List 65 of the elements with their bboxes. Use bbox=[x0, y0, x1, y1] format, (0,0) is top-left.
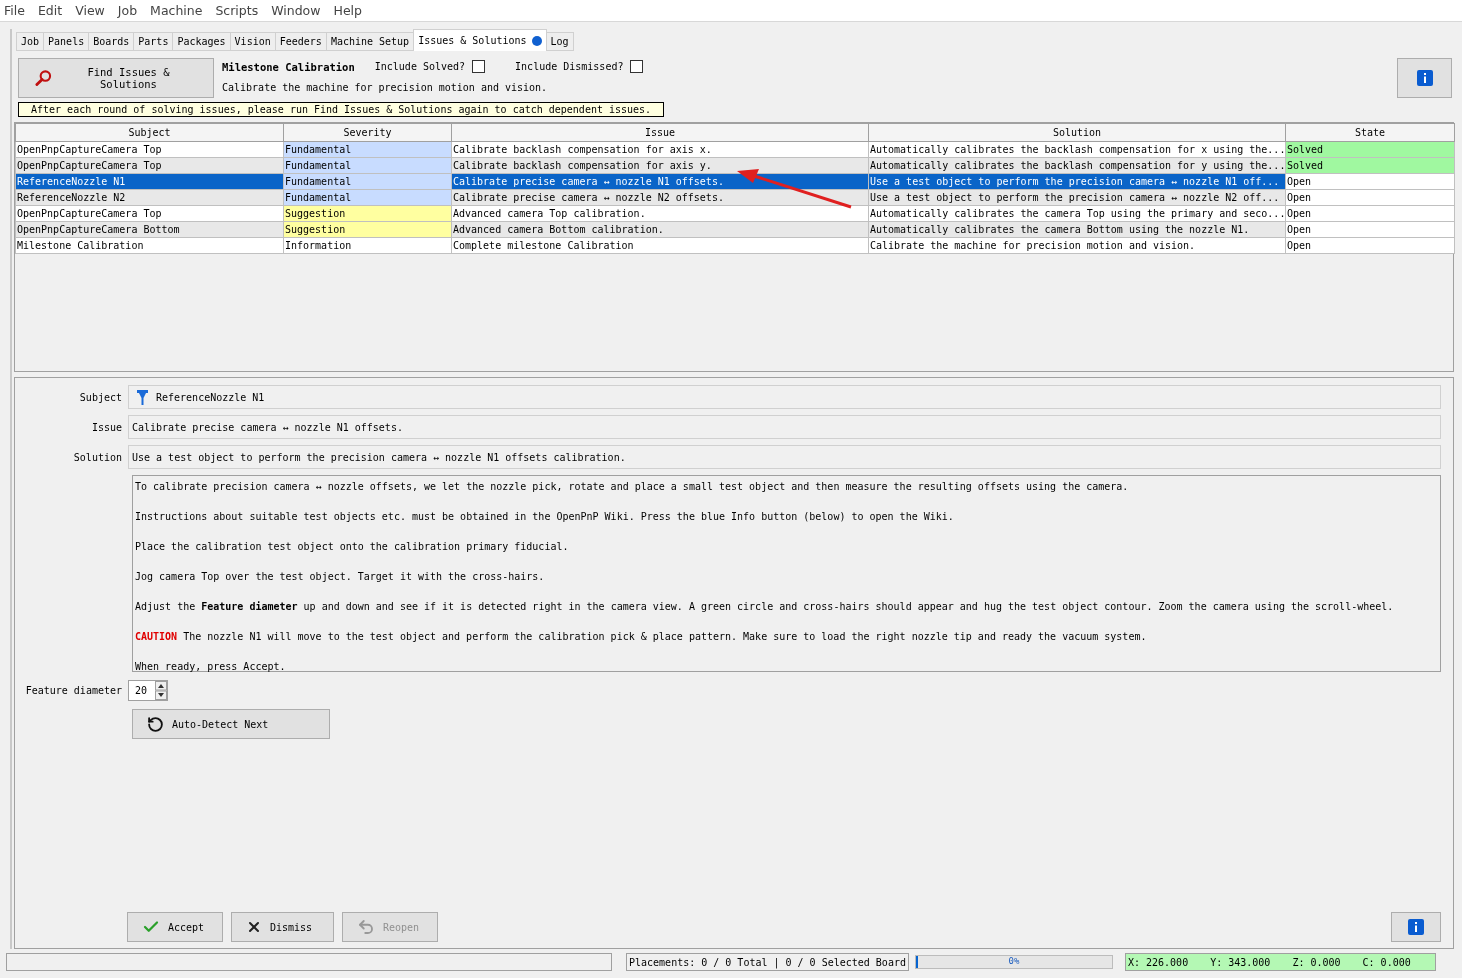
menu-item[interactable]: Edit bbox=[37, 3, 63, 18]
dismiss-button[interactable]: Dismiss bbox=[231, 912, 334, 942]
coordinate-value: Y: 343.000 bbox=[1210, 956, 1271, 968]
solution-field: Use a test object to perform the precision camera ↔ nozzle N1 offsets calibration. bbox=[128, 445, 1441, 469]
close-icon bbox=[246, 919, 262, 935]
coordinate-value: C: 0.000 bbox=[1362, 956, 1411, 968]
checkbox-label: Include Solved? bbox=[374, 61, 466, 72]
field-label: Feature diameter bbox=[24, 685, 123, 696]
milestone-description: Calibrate the machine for precision motion and vision. bbox=[222, 82, 549, 93]
field-label: Subject bbox=[78, 391, 123, 403]
menu-item[interactable]: Help bbox=[333, 3, 362, 18]
tab[interactable]: Job bbox=[16, 32, 45, 51]
tab[interactable]: Feeders bbox=[274, 32, 327, 51]
menu-item[interactable]: Job bbox=[117, 3, 138, 18]
warning-paragraph: CAUTION The nozzle N1 will move to the test object and perform the calibration pick & place pattern. Make sure to load the right nozzle tip and ready the vacuum system. bbox=[135, 630, 1148, 644]
instruction-paragraph: Adjust the Feature diameter up and down and see if it is detected right in the camera view. A green circle and cross-hairs should appear and hug the test object contour. Zoom the camera using the scroll-wheel. bbox=[135, 600, 1395, 614]
placements-status: Placements: 0 / 0 Total | 0 / 0 Selected Board bbox=[626, 953, 909, 971]
tab[interactable]: Parts bbox=[133, 32, 174, 51]
milestone-title: Milestone Calibration bbox=[222, 60, 355, 73]
column-header[interactable]: Subject bbox=[15, 123, 284, 142]
column-header[interactable]: Solution bbox=[868, 123, 1286, 142]
column-header[interactable]: Severity bbox=[283, 123, 452, 142]
progress-label: 0% bbox=[1007, 956, 1021, 966]
instruction-paragraph: To calibrate precision camera ↔ nozzle offsets, we let the nozzle pick, rotate and place a small test object and then measure the resulting offsets using the camera. bbox=[135, 480, 1130, 494]
menu-item[interactable]: Machine bbox=[150, 3, 203, 18]
checkbox[interactable] bbox=[472, 60, 486, 73]
info-icon bbox=[1416, 70, 1433, 86]
menu-item[interactable]: File bbox=[4, 3, 25, 18]
field-label: Solution bbox=[72, 451, 123, 463]
subject-value: ReferenceNozzle N1 bbox=[156, 391, 265, 403]
undo-icon bbox=[357, 918, 375, 936]
nozzle-icon bbox=[137, 389, 148, 405]
feature-diameter-spinner[interactable]: 20 bbox=[128, 680, 168, 701]
column-header[interactable]: Issue bbox=[451, 123, 869, 142]
hint-banner: After each round of solving issues, please run Find Issues & Solutions again to catch dependent issues. bbox=[18, 102, 665, 117]
find-issues-button[interactable]: Find Issues & Solutions bbox=[18, 58, 214, 98]
checkbox[interactable] bbox=[630, 60, 644, 73]
column-header[interactable]: State bbox=[1285, 123, 1455, 142]
menu-item[interactable]: View bbox=[75, 3, 105, 18]
checkbox-label: Include Dismissed? bbox=[515, 61, 624, 72]
info-icon bbox=[1408, 919, 1424, 935]
field-label: Issue bbox=[90, 421, 123, 433]
tab[interactable]: Log bbox=[545, 32, 574, 51]
tab[interactable]: Machine Setup bbox=[325, 32, 415, 51]
instruction-paragraph: Jog camera Top over the test object. Target it with the cross-hairs. bbox=[135, 570, 546, 584]
tab[interactable]: Issues & Solutions bbox=[413, 29, 547, 51]
accept-button[interactable]: Accept bbox=[127, 912, 223, 942]
info-button[interactable] bbox=[1391, 912, 1441, 942]
instruction-paragraph: When ready, press Accept. bbox=[135, 660, 287, 674]
issue-field: Calibrate precise camera ↔ nozzle N1 offsets. bbox=[128, 415, 1441, 439]
spinner-arrows-icon bbox=[155, 681, 167, 700]
auto-detect-button[interactable]: Auto-Detect Next bbox=[132, 709, 330, 739]
tab[interactable]: Panels bbox=[43, 32, 90, 51]
menu-item[interactable]: Window bbox=[271, 3, 321, 18]
instruction-paragraph: Place the calibration test object onto the calibration primary fiducial. bbox=[135, 540, 570, 554]
tab[interactable]: Packages bbox=[172, 32, 231, 51]
menu-item[interactable]: Scripts bbox=[215, 3, 259, 18]
instruction-paragraph: Instructions about suitable test objects etc. must be obtained in the OpenPnP Wiki. Press the blue Info button (below) to open the Wiki. bbox=[135, 510, 955, 524]
tab[interactable]: Vision bbox=[229, 32, 276, 51]
info-button[interactable] bbox=[1397, 58, 1452, 98]
coordinate-value: Z: 0.000 bbox=[1292, 956, 1341, 968]
coordinate-value: X: 226.000 bbox=[1127, 956, 1189, 968]
rotate-icon bbox=[147, 715, 164, 733]
search-icon bbox=[35, 69, 52, 87]
tab[interactable]: Boards bbox=[88, 32, 135, 51]
